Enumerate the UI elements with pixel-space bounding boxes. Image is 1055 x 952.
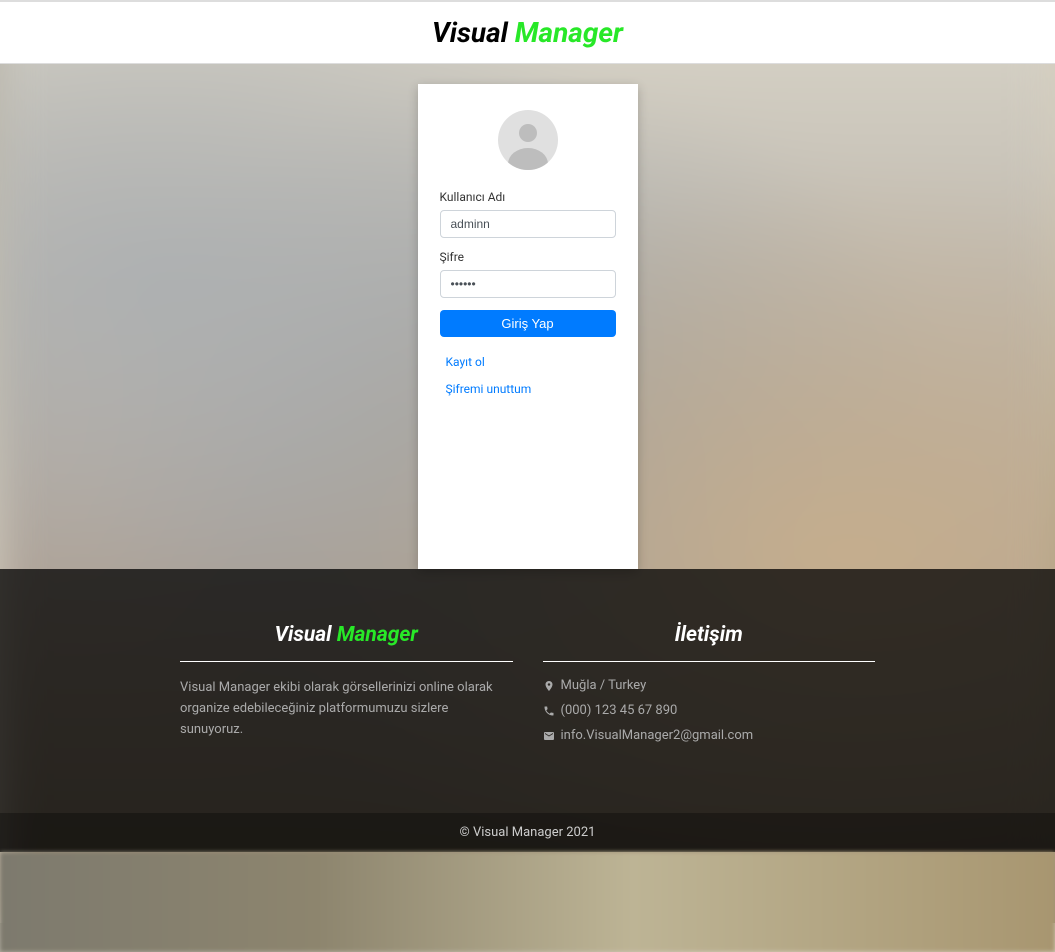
username-input[interactable]: [440, 210, 616, 238]
username-label: Kullanıcı Adı: [440, 190, 616, 204]
map-marker-icon: [543, 680, 555, 692]
login-card: Kullanıcı Adı Şifre Giriş Yap Kayıt ol Ş…: [418, 84, 638, 569]
contact-phone-text: (000) 123 45 67 890: [561, 703, 678, 718]
footer-brand-second: Manager: [337, 623, 418, 647]
contact-location-row: Muğla / Turkey: [543, 678, 876, 693]
contact-location-text: Muğla / Turkey: [561, 678, 647, 693]
title-first-word: Visual: [432, 16, 508, 49]
phone-icon: [543, 705, 555, 717]
footer-about-text: Visual Manager ekibi olarak görsellerini…: [180, 678, 513, 740]
footer-about-col: Visual Manager Visual Manager ekibi olar…: [180, 623, 513, 753]
contact-email-row: info.VisualManager2@gmail.com: [543, 728, 876, 743]
forgot-password-link[interactable]: Şifremi unuttum: [446, 382, 532, 396]
app-title: Visual Manager: [0, 16, 1055, 49]
register-row: Kayıt ol: [440, 351, 616, 370]
password-label: Şifre: [440, 250, 616, 264]
footer-contact-col: İletişim Muğla / Turkey (000) 123 45 67 …: [543, 623, 876, 753]
footer-copyright: © Visual Manager 2021: [0, 813, 1055, 852]
contact-phone-row: (000) 123 45 67 890: [543, 703, 876, 718]
username-group: Kullanıcı Adı: [440, 190, 616, 238]
footer: Visual Manager Visual Manager ekibi olar…: [0, 569, 1055, 852]
footer-contact-heading: İletişim: [543, 623, 876, 662]
password-group: Şifre: [440, 250, 616, 298]
login-button[interactable]: Giriş Yap: [440, 310, 616, 337]
password-input[interactable]: [440, 270, 616, 298]
footer-brand-heading: Visual Manager: [180, 623, 513, 662]
footer-brand-first: Visual: [275, 623, 332, 647]
title-second-word: Manager: [515, 16, 623, 49]
avatar-icon: [498, 110, 558, 170]
bottom-decorative-strip: [0, 852, 1055, 952]
main-content: Kullanıcı Adı Şifre Giriş Yap Kayıt ol Ş…: [0, 64, 1055, 569]
footer-content: Visual Manager Visual Manager ekibi olar…: [0, 609, 1055, 813]
contact-email-text: info.VisualManager2@gmail.com: [561, 728, 754, 743]
header-bar: Visual Manager: [0, 0, 1055, 64]
envelope-icon: [543, 730, 555, 742]
register-link[interactable]: Kayıt ol: [446, 355, 485, 369]
forgot-row: Şifremi unuttum: [440, 378, 616, 397]
